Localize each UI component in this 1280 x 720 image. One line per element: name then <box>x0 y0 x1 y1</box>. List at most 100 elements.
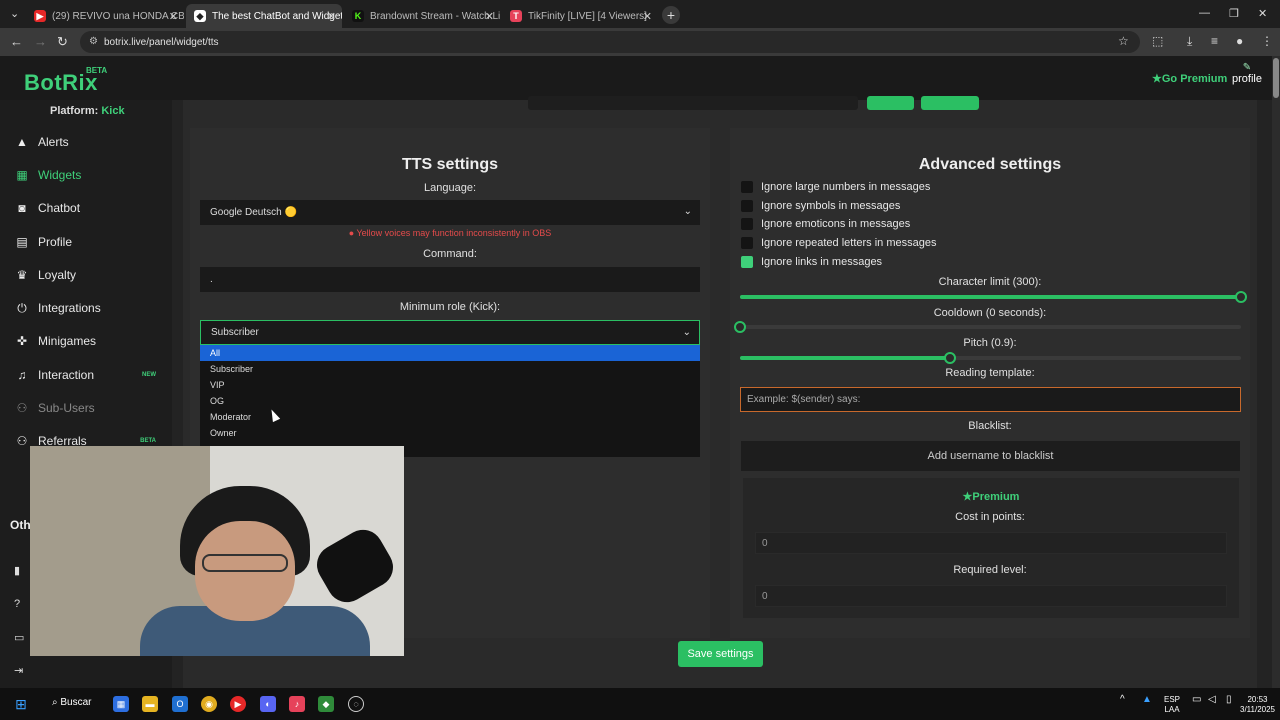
minimize-icon[interactable]: — <box>1199 7 1210 19</box>
forward-icon[interactable]: → <box>34 34 47 49</box>
help-icon[interactable]: ? <box>14 598 20 610</box>
slider-handle[interactable] <box>734 321 746 333</box>
copy-button[interactable] <box>867 96 914 110</box>
sidebar-item-sub-users[interactable]: ⚇ Sub-Users <box>14 398 164 418</box>
sidebar-item-interaction[interactable]: ♫ Interaction NEW <box>14 365 164 385</box>
required-level-input[interactable]: 0 <box>755 585 1227 607</box>
sidebar-item-label: Minigames <box>38 334 97 348</box>
profile-avatar-icon[interactable]: ● <box>1236 34 1243 48</box>
language-indicator[interactable]: ESP LAA <box>1164 695 1180 715</box>
role-option-vip[interactable]: VIP <box>200 377 700 393</box>
ignore-repeated-letters-checkbox[interactable]: Ignore repeated letters in messages <box>741 236 937 250</box>
cost-label: Cost in points: <box>955 511 1025 523</box>
media-icon[interactable]: ≡ <box>1211 34 1218 48</box>
top-navbar: BotRix BETA ★Go Premium ✎ profile <box>0 56 1280 100</box>
browser-tab-1[interactable]: ▶ (29) REVIVO una HONDA CBR 1 ✕ <box>26 4 184 28</box>
sidebar-item-alerts[interactable]: ▲ Alerts <box>14 132 164 152</box>
slider-handle[interactable] <box>1235 291 1247 303</box>
profile-link[interactable]: ✎ profile <box>1232 62 1262 85</box>
grid-icon: ▦ <box>16 168 28 182</box>
tiktok-icon[interactable]: ♪ <box>289 696 305 712</box>
obs-icon[interactable]: ◌ <box>348 696 364 712</box>
sidebar-item-minigames[interactable]: ✜ Minigames <box>14 331 164 351</box>
pitch-slider[interactable] <box>740 352 1241 364</box>
checkbox[interactable] <box>741 237 753 249</box>
new-tab-button[interactable]: + <box>662 6 680 24</box>
taskbar-search[interactable]: ⌕ Buscar <box>52 697 92 708</box>
cooldown-slider[interactable] <box>734 321 1241 333</box>
cost-points-input[interactable]: 0 <box>755 532 1227 554</box>
sidebar-item-integrations[interactable]: ⏻ Integrations <box>14 298 164 318</box>
reading-template-input[interactable]: Example: $(sender) says: <box>740 387 1241 412</box>
tray-app-icon[interactable]: ▲ <box>1142 695 1152 705</box>
ignore-large-numbers-checkbox[interactable]: Ignore large numbers in messages <box>741 180 930 194</box>
folder-icon[interactable]: ▬ <box>142 696 158 712</box>
sidebar-item-chatbot[interactable]: ◙ Chatbot <box>14 198 164 218</box>
store-icon[interactable]: ▦ <box>113 696 129 712</box>
command-input[interactable]: . <box>200 267 700 292</box>
reload-icon[interactable]: ↻ <box>57 34 68 50</box>
menu-kebab-icon[interactable]: ⋮ <box>1261 34 1273 48</box>
tab-list-icon[interactable]: ⌄ <box>10 7 19 20</box>
chrome-icon[interactable]: ◉ <box>201 696 217 712</box>
network-icon[interactable]: ▭ <box>1192 695 1201 705</box>
checkbox-checked[interactable] <box>741 256 753 268</box>
close-tab-icon[interactable]: ✕ <box>169 10 178 23</box>
sidebar-item-profile[interactable]: ▤ Profile <box>14 232 164 252</box>
ignore-emoticons-checkbox[interactable]: Ignore emoticons in messages <box>741 217 910 231</box>
tray-overflow-icon[interactable]: ^ <box>1120 695 1125 705</box>
browser-tab-bar: ⌄ ▶ (29) REVIVO una HONDA CBR 1 ✕ ◆ The … <box>0 0 1280 28</box>
windows-start-icon[interactable]: ⊞ <box>13 696 29 712</box>
back-icon[interactable]: ← <box>10 34 23 49</box>
language-select[interactable]: Google Deutsch 🟡 ⌄ <box>200 200 700 225</box>
sidebar-item-loyalty[interactable]: ♛ Loyalty <box>14 265 164 285</box>
close-tab-icon[interactable]: ✕ <box>485 10 494 23</box>
download-icon[interactable]: ⤓ <box>1187 34 1192 49</box>
browser-tab-4[interactable]: T TikFinity [LIVE] [4 Viewers] ✕ <box>502 4 658 28</box>
char-limit-slider[interactable] <box>740 291 1247 303</box>
checkbox[interactable] <box>741 200 753 212</box>
media-player-icon[interactable]: ▶ <box>230 696 246 712</box>
widget-url-field[interactable] <box>528 96 858 110</box>
role-option-subscriber[interactable]: Subscriber <box>200 361 700 377</box>
restore-icon[interactable]: ❐ <box>1229 7 1239 20</box>
sidebar-item-widgets[interactable]: ▦ Widgets <box>14 165 164 185</box>
checkbox[interactable] <box>741 218 753 230</box>
address-bar[interactable]: ⚙ botrix.live/panel/widget/tts <box>80 31 1140 53</box>
minecraft-icon[interactable]: ◆ <box>318 696 334 712</box>
browser-tab-2[interactable]: ◆ The best ChatBot and Widgets ✕ <box>186 4 342 28</box>
role-option-owner[interactable]: Owner <box>200 425 700 441</box>
extensions-icon[interactable]: ⬚ <box>1152 34 1163 48</box>
page-scrollbar[interactable] <box>1272 56 1280 688</box>
monitor-icon[interactable]: ▭ <box>14 631 24 644</box>
reset-button[interactable] <box>921 96 979 110</box>
close-tab-icon[interactable]: ✕ <box>643 10 652 23</box>
role-option-all[interactable]: All <box>200 345 700 361</box>
role-option-og[interactable]: OG <box>200 393 700 409</box>
browser-tab-3[interactable]: K Brandownt Stream - Watch Live ✕ <box>344 4 500 28</box>
close-tab-icon[interactable]: ✕ <box>327 10 336 23</box>
book-icon[interactable]: ▮ <box>14 564 20 577</box>
bookmark-star-icon[interactable]: ☆ <box>1118 34 1129 48</box>
lang-top: ESP <box>1164 695 1181 704</box>
checkbox-label: Ignore emoticons in messages <box>761 218 911 230</box>
add-blacklist-button[interactable]: Add username to blacklist <box>741 441 1240 471</box>
min-role-select[interactable]: Subscriber ⌄ <box>200 320 700 345</box>
go-premium-link[interactable]: ★Go Premium <box>1152 72 1227 85</box>
close-window-icon[interactable]: ✕ <box>1258 7 1267 20</box>
ignore-symbols-checkbox[interactable]: Ignore symbols in messages <box>741 199 900 213</box>
ignore-links-checkbox[interactable]: Ignore links in messages <box>741 255 882 269</box>
volume-icon[interactable]: ◁ <box>1208 695 1216 705</box>
logout-icon[interactable]: ⇥ <box>14 664 23 677</box>
clock[interactable]: 20:53 3/11/2025 <box>1240 695 1275 715</box>
battery-icon[interactable]: ▯ <box>1226 695 1232 705</box>
template-label: Reading template: <box>945 367 1035 379</box>
outlook-icon[interactable]: O <box>172 696 188 712</box>
users-icon: ⚇ <box>16 434 28 448</box>
save-settings-button[interactable]: Save settings <box>678 641 763 667</box>
checkbox[interactable] <box>741 181 753 193</box>
scrollbar-thumb[interactable] <box>1273 58 1279 98</box>
discord-icon[interactable]: ◐ <box>260 696 276 712</box>
site-info-icon[interactable]: ⚙ <box>89 36 98 47</box>
sidebar-item-label: Widgets <box>38 168 82 182</box>
